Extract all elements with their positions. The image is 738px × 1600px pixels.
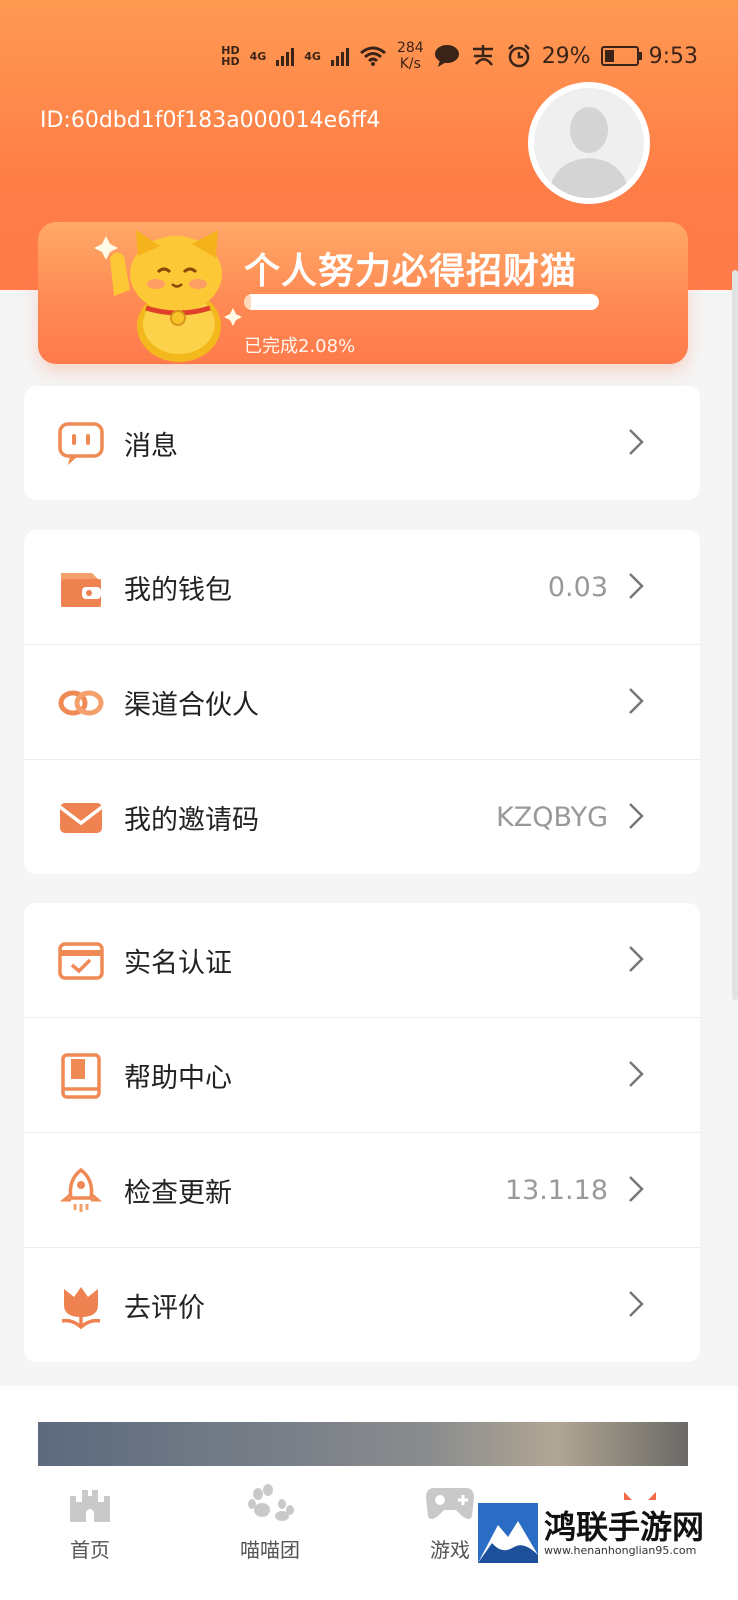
lucky-cat-icon [94,230,242,362]
network-speed: 284 K/s [397,40,424,72]
signal-icon [276,46,295,66]
paw-icon [248,1484,294,1521]
wifi-icon [359,46,386,66]
menu-item-value: KZQBYG [496,801,608,833]
hd-label-2: HD [221,55,240,68]
scrollbar[interactable] [732,270,738,1000]
home-icon [70,1490,110,1522]
menu-item-label: 实名认证 [124,947,232,979]
watermark-title: 鸿联手游网 [544,1507,705,1546]
invite-icon [58,803,104,833]
default-avatar-icon [534,88,644,198]
verify-icon [58,942,104,980]
menu-item-value: 13.1.18 [504,1174,608,1206]
wallet-icon [61,573,101,607]
ad-banner-image[interactable] [38,1422,688,1466]
partner-icon [58,690,104,716]
clock: 9:53 [648,43,698,69]
signal-icon [330,46,349,66]
menu-item-help-center[interactable]: 帮助中心 [24,1018,700,1133]
network-type-2: 4G [304,49,321,63]
battery-percent: 29% [541,43,591,69]
user-id: ID:60dbd1f0f183a000014e6ff4 [40,108,381,133]
speed-unit: K/s [399,56,421,72]
chat-notification-icon [434,45,459,67]
menu-item-wallet[interactable]: 我的钱包 0.03 [24,530,700,645]
update-icon [59,1168,103,1212]
chevron-right-icon [629,1176,644,1202]
rate-icon [61,1287,101,1329]
chevron-right-icon [629,1061,644,1087]
menu-item-value: 0.03 [547,571,608,603]
game-icon [426,1488,474,1519]
site-watermark: 鸿联手游网 www.henanhonglian95.com [478,1500,722,1566]
menu-item-rate[interactable]: 去评价 [24,1248,700,1362]
menu-item-check-update[interactable]: 检查更新 13.1.18 [24,1133,700,1248]
menu-item-label: 渠道合伙人 [124,689,259,721]
menu-item-label: 我的钱包 [124,574,232,606]
menu-item-invite-code[interactable]: 我的邀请码 KZQBYG [24,760,700,874]
chevron-right-icon [629,803,644,829]
menu-group-settings: 实名认证 帮助中心 检查更新 13.1.18 去评价 [24,903,700,1362]
chevron-right-icon [629,429,644,455]
speed-value: 284 [396,40,424,56]
alarm-icon [507,44,530,68]
tab-home[interactable]: 首页 [40,1482,140,1563]
status-bar: HD HD 4G 4G 284 K/s 29% 9:53 [221,34,698,78]
tab-label: 首页 [70,1538,110,1562]
watermark-logo-icon [478,1503,538,1563]
menu-item-label: 去评价 [124,1292,205,1324]
tab-miaomiao-group[interactable]: 喵喵团 [220,1482,320,1563]
banner-title: 个人努力必得招财猫 [244,251,578,292]
alipay-notification-icon [472,45,493,66]
menu-item-label: 我的邀请码 [124,804,259,836]
menu-item-messages[interactable]: 消息 [24,386,700,500]
chevron-right-icon [629,573,644,599]
chevron-right-icon [629,1291,644,1317]
task-progress-fill [244,294,252,310]
chevron-right-icon [629,946,644,972]
chevron-right-icon [629,688,644,714]
watermark-url: www.henanhonglian95.com [544,1543,697,1557]
network-type-1: 4G [249,49,267,63]
menu-group-wallet: 我的钱包 0.03 渠道合伙人 我的邀请码 KZQBYG [24,530,700,874]
menu-item-real-name-verification[interactable]: 实名认证 [24,903,700,1018]
menu-item-channel-partner[interactable]: 渠道合伙人 [24,645,700,760]
help-icon [61,1053,101,1099]
battery-icon [600,46,642,66]
tab-label: 喵喵团 [240,1538,300,1562]
menu-group-messages: 消息 [24,386,700,500]
task-progress-bar [244,294,599,310]
lucky-cat-task-banner[interactable]: 个人努力必得招财猫 已完成2.08% [38,222,688,364]
hd-indicator: HD HD [221,45,239,67]
menu-item-label: 消息 [124,430,178,462]
avatar[interactable] [528,82,650,204]
progress-text: 已完成2.08% [244,336,356,357]
menu-item-label: 帮助中心 [124,1062,232,1094]
message-icon [58,422,104,465]
menu-item-label: 检查更新 [124,1177,232,1209]
